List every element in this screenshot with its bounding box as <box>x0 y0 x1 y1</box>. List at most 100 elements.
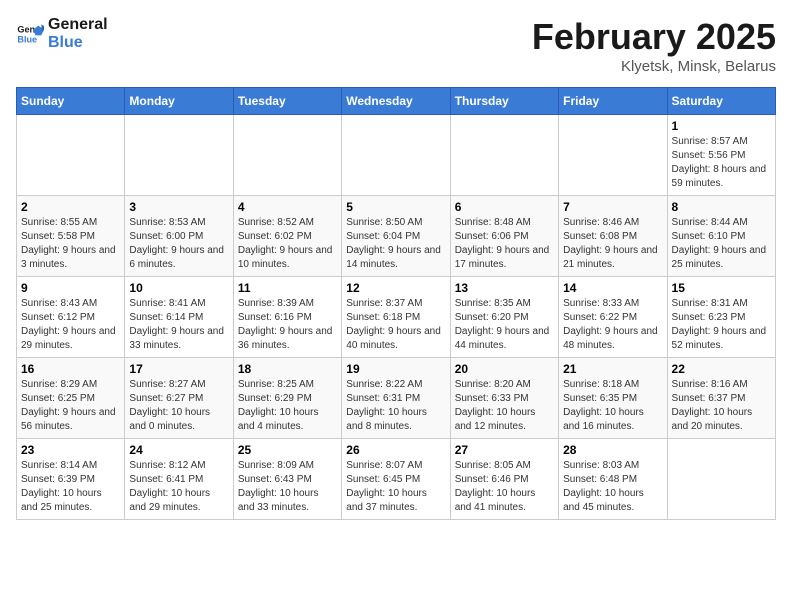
day-info: Sunrise: 8:53 AM Sunset: 6:00 PM Dayligh… <box>129 216 228 272</box>
day-number: 2 <box>21 200 120 214</box>
day-info: Sunrise: 8:35 AM Sunset: 6:20 PM Dayligh… <box>455 297 554 353</box>
day-number: 13 <box>455 281 554 295</box>
calendar-subtitle: Klyetsk, Minsk, Belarus <box>532 58 776 75</box>
calendar-cell: 18 Sunrise: 8:25 AM Sunset: 6:29 PM Dayli… <box>233 358 341 439</box>
day-number: 18 <box>238 362 337 376</box>
day-info: Sunrise: 8:27 AM Sunset: 6:27 PM Dayligh… <box>129 378 228 434</box>
calendar-title: February 2025 <box>532 16 776 58</box>
calendar-table: SundayMondayTuesdayWednesdayThursdayFrid… <box>16 87 776 520</box>
day-info: Sunrise: 8:25 AM Sunset: 6:29 PM Dayligh… <box>238 378 337 434</box>
day-number: 15 <box>672 281 771 295</box>
calendar-cell: 21Sunrise: 8:18 AM Sunset: 6:35 PM Dayli… <box>559 358 667 439</box>
logo-icon: General Blue <box>16 20 44 48</box>
weekday-header-saturday: Saturday <box>667 88 775 115</box>
page-header: General Blue General Blue February 2025 … <box>16 16 776 75</box>
day-info: Sunrise: 8:44 AM Sunset: 6:10 PM Dayligh… <box>672 216 771 272</box>
day-number: 20 <box>455 362 554 376</box>
day-info: Sunrise: 8:05 AM Sunset: 6:46 PM Dayligh… <box>455 459 554 515</box>
day-info: Sunrise: 8:55 AM Sunset: 5:58 PM Dayligh… <box>21 216 120 272</box>
calendar-cell: 6 Sunrise: 8:48 AM Sunset: 6:06 PM Daylig… <box>450 196 558 277</box>
day-number: 17 <box>129 362 228 376</box>
calendar-cell: 25Sunrise: 8:09 AM Sunset: 6:43 PM Dayli… <box>233 439 341 520</box>
calendar-cell <box>450 115 558 196</box>
day-info: Sunrise: 8:43 AM Sunset: 6:12 PM Dayligh… <box>21 297 120 353</box>
logo: General Blue General Blue <box>16 16 108 51</box>
day-number: 3 <box>129 200 228 214</box>
day-info: Sunrise: 8:52 AM Sunset: 6:02 PM Dayligh… <box>238 216 337 272</box>
calendar-cell: 17 Sunrise: 8:27 AM Sunset: 6:27 PM Dayli… <box>125 358 233 439</box>
day-number: 23 <box>21 443 120 457</box>
calendar-week-3: 9 Sunrise: 8:43 AM Sunset: 6:12 PM Daylig… <box>17 277 776 358</box>
day-info: Sunrise: 8:18 AM Sunset: 6:35 PM Dayligh… <box>563 378 662 434</box>
weekday-header-thursday: Thursday <box>450 88 558 115</box>
day-number: 22 <box>672 362 771 376</box>
day-number: 5 <box>346 200 445 214</box>
day-info: Sunrise: 8:03 AM Sunset: 6:48 PM Dayligh… <box>563 459 662 515</box>
calendar-cell: 19 Sunrise: 8:22 AM Sunset: 6:31 PM Dayli… <box>342 358 450 439</box>
day-number: 26 <box>346 443 445 457</box>
calendar-week-5: 23 Sunrise: 8:14 AM Sunset: 6:39 PM Dayli… <box>17 439 776 520</box>
day-info: Sunrise: 8:14 AM Sunset: 6:39 PM Dayligh… <box>21 459 120 515</box>
calendar-body: 1 Sunrise: 8:57 AM Sunset: 5:56 PM Daylig… <box>17 115 776 520</box>
day-number: 25 <box>238 443 337 457</box>
svg-text:Blue: Blue <box>17 34 37 44</box>
calendar-week-4: 16 Sunrise: 8:29 AM Sunset: 6:25 PM Dayli… <box>17 358 776 439</box>
calendar-cell: 10 Sunrise: 8:41 AM Sunset: 6:14 PM Dayli… <box>125 277 233 358</box>
day-info: Sunrise: 8:33 AM Sunset: 6:22 PM Dayligh… <box>563 297 662 353</box>
day-info: Sunrise: 8:57 AM Sunset: 5:56 PM Dayligh… <box>672 135 771 191</box>
day-number: 14 <box>563 281 662 295</box>
day-number: 19 <box>346 362 445 376</box>
calendar-cell: 20 Sunrise: 8:20 AM Sunset: 6:33 PM Dayli… <box>450 358 558 439</box>
calendar-cell: 2 Sunrise: 8:55 AM Sunset: 5:58 PM Daylig… <box>17 196 125 277</box>
weekday-header-tuesday: Tuesday <box>233 88 341 115</box>
calendar-cell: 15Sunrise: 8:31 AM Sunset: 6:23 PM Dayli… <box>667 277 775 358</box>
day-number: 27 <box>455 443 554 457</box>
calendar-week-2: 2 Sunrise: 8:55 AM Sunset: 5:58 PM Daylig… <box>17 196 776 277</box>
day-number: 4 <box>238 200 337 214</box>
calendar-cell: 7Sunrise: 8:46 AM Sunset: 6:08 PM Daylig… <box>559 196 667 277</box>
day-info: Sunrise: 8:41 AM Sunset: 6:14 PM Dayligh… <box>129 297 228 353</box>
day-info: Sunrise: 8:07 AM Sunset: 6:45 PM Dayligh… <box>346 459 445 515</box>
day-info: Sunrise: 8:48 AM Sunset: 6:06 PM Dayligh… <box>455 216 554 272</box>
calendar-cell <box>667 439 775 520</box>
day-number: 10 <box>129 281 228 295</box>
day-info: Sunrise: 8:37 AM Sunset: 6:18 PM Dayligh… <box>346 297 445 353</box>
day-number: 28 <box>563 443 662 457</box>
day-number: 8 <box>672 200 771 214</box>
weekday-header-sunday: Sunday <box>17 88 125 115</box>
day-number: 9 <box>21 281 120 295</box>
calendar-cell: 1 Sunrise: 8:57 AM Sunset: 5:56 PM Daylig… <box>667 115 775 196</box>
logo-text-blue: Blue <box>48 34 108 52</box>
day-info: Sunrise: 8:29 AM Sunset: 6:25 PM Dayligh… <box>21 378 120 434</box>
calendar-cell: 13 Sunrise: 8:35 AM Sunset: 6:20 PM Dayli… <box>450 277 558 358</box>
calendar-week-1: 1 Sunrise: 8:57 AM Sunset: 5:56 PM Daylig… <box>17 115 776 196</box>
calendar-cell: 24 Sunrise: 8:12 AM Sunset: 6:41 PM Dayli… <box>125 439 233 520</box>
day-info: Sunrise: 8:22 AM Sunset: 6:31 PM Dayligh… <box>346 378 445 434</box>
calendar-cell: 4 Sunrise: 8:52 AM Sunset: 6:02 PM Daylig… <box>233 196 341 277</box>
calendar-cell: 27 Sunrise: 8:05 AM Sunset: 6:46 PM Dayli… <box>450 439 558 520</box>
calendar-cell: 23 Sunrise: 8:14 AM Sunset: 6:39 PM Dayli… <box>17 439 125 520</box>
calendar-cell: 3 Sunrise: 8:53 AM Sunset: 6:00 PM Daylig… <box>125 196 233 277</box>
calendar-header: SundayMondayTuesdayWednesdayThursdayFrid… <box>17 88 776 115</box>
day-number: 1 <box>672 119 771 133</box>
day-info: Sunrise: 8:20 AM Sunset: 6:33 PM Dayligh… <box>455 378 554 434</box>
calendar-cell: 14 Sunrise: 8:33 AM Sunset: 6:22 PM Dayli… <box>559 277 667 358</box>
day-number: 24 <box>129 443 228 457</box>
calendar-cell: 11Sunrise: 8:39 AM Sunset: 6:16 PM Dayli… <box>233 277 341 358</box>
calendar-cell <box>559 115 667 196</box>
calendar-cell: 12 Sunrise: 8:37 AM Sunset: 6:18 PM Dayli… <box>342 277 450 358</box>
logo-text-general: General <box>48 16 108 34</box>
day-info: Sunrise: 8:50 AM Sunset: 6:04 PM Dayligh… <box>346 216 445 272</box>
calendar-cell <box>342 115 450 196</box>
day-number: 12 <box>346 281 445 295</box>
day-info: Sunrise: 8:12 AM Sunset: 6:41 PM Dayligh… <box>129 459 228 515</box>
day-number: 6 <box>455 200 554 214</box>
calendar-cell: 5 Sunrise: 8:50 AM Sunset: 6:04 PM Daylig… <box>342 196 450 277</box>
calendar-cell <box>17 115 125 196</box>
calendar-cell: 8 Sunrise: 8:44 AM Sunset: 6:10 PM Daylig… <box>667 196 775 277</box>
day-number: 16 <box>21 362 120 376</box>
day-info: Sunrise: 8:46 AM Sunset: 6:08 PM Dayligh… <box>563 216 662 272</box>
day-info: Sunrise: 8:39 AM Sunset: 6:16 PM Dayligh… <box>238 297 337 353</box>
weekday-row: SundayMondayTuesdayWednesdayThursdayFrid… <box>17 88 776 115</box>
calendar-cell: 26 Sunrise: 8:07 AM Sunset: 6:45 PM Dayli… <box>342 439 450 520</box>
